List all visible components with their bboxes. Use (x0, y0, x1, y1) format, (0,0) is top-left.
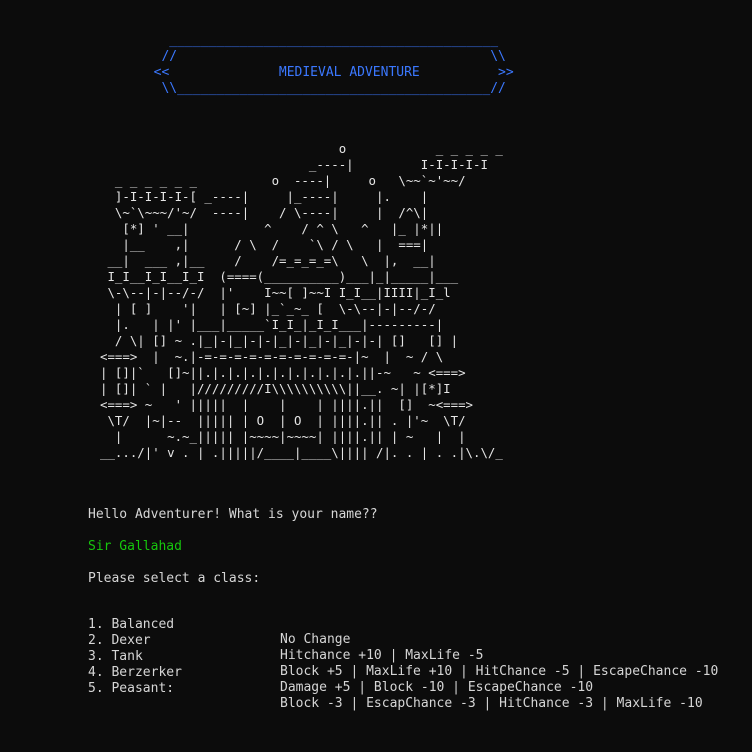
title-banner: ________________________________________… (153, 33, 514, 96)
class-option-dexer[interactable]: 2. Dexer Hitchance +10 | MaxLife -5 (88, 618, 738, 663)
class-option-label: 5. Peasant: (88, 681, 175, 696)
class-prompt-text: Please select a class: (88, 571, 261, 586)
class-option-balanced[interactable]: 1. Balanced No Change (88, 602, 738, 647)
class-option-peasant[interactable]: 5. Peasant: Block -3 | EscapChance -3 | … (88, 666, 738, 711)
class-option-tank[interactable]: 3. Tank Block +5 | MaxLife +10 | HitChan… (88, 634, 738, 679)
class-option-berzerker[interactable]: 4. Berzerker Damage +5 | Block -10 | Esc… (88, 650, 738, 695)
greeting-text: Hello Adventurer! What is your name?? (88, 507, 378, 522)
class-options-list: 1. Balanced No Change 2. Dexer Hitchance… (88, 602, 738, 711)
class-option-effect: Damage +5 | Block -10 | EscapeChance -10 (280, 680, 594, 695)
player-name-input[interactable]: Sir Gallahad (88, 539, 182, 554)
castle-ascii-art: o _ _ _ _ _ _----| I-I-I-I-I _ _ _ _ _ _… (100, 141, 503, 460)
class-option-effect: Block -3 | EscapChance -3 | HitChance -3… (280, 696, 703, 711)
